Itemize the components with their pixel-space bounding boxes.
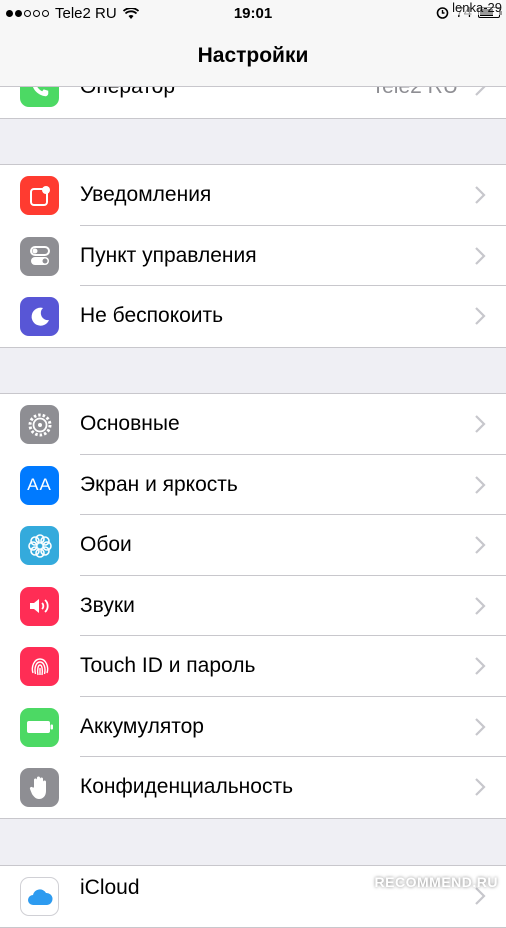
row-label: Пункт управления — [80, 243, 257, 267]
settings-row-notifications[interactable]: Уведомления — [0, 165, 506, 226]
clock: 19:01 — [233, 5, 273, 22]
hand-icon — [20, 768, 59, 807]
settings-row-display[interactable]: AA Экран и яркость — [0, 455, 506, 515]
settings-row-touch-id[interactable]: Touch ID и пароль — [0, 636, 506, 697]
chevron-right-icon — [475, 596, 486, 615]
gear-icon — [20, 405, 59, 444]
display-icon: AA — [20, 465, 59, 505]
chevron-right-icon — [475, 246, 486, 265]
watermark-site: RECOMMEND.RU — [374, 874, 498, 890]
moon-icon — [20, 297, 59, 336]
control-center-icon — [20, 236, 59, 276]
speaker-icon — [20, 586, 59, 626]
settings-row-sounds[interactable]: Звуки — [0, 576, 506, 636]
display-icon-text: AA — [27, 475, 52, 494]
chevron-right-icon — [475, 778, 486, 796]
wallpaper-icon — [20, 526, 59, 565]
chevron-right-icon — [475, 717, 486, 736]
chevron-right-icon — [475, 415, 486, 433]
row-label: Touch ID и пароль — [80, 654, 256, 677]
page-title: Настройки — [197, 44, 309, 67]
row-label: Уведомления — [80, 183, 212, 206]
chevron-right-icon — [475, 186, 486, 204]
chevron-right-icon — [475, 475, 486, 494]
row-label: Обои — [80, 533, 132, 556]
settings-row-wallpaper[interactable]: Обои — [0, 515, 506, 576]
alarm-icon — [437, 7, 449, 19]
notifications-icon — [20, 176, 59, 215]
cloud-icon — [20, 877, 59, 916]
settings-row-privacy[interactable]: Конфиденциальность — [0, 757, 506, 818]
chevron-right-icon — [475, 657, 486, 675]
settings-group-general: Основные AA Экран и яркость Обои Звуки T… — [0, 393, 506, 819]
chevron-right-icon — [475, 307, 486, 325]
navigation-bar: Настройки — [0, 28, 506, 87]
chevron-right-icon — [475, 536, 486, 554]
row-label: Экран и яркость — [80, 472, 238, 496]
settings-row-general[interactable]: Основные — [0, 394, 506, 455]
row-label: Конфиденциальность — [80, 775, 294, 798]
settings-row-control-center[interactable]: Пункт управления — [0, 226, 506, 286]
settings-row-battery[interactable]: Аккумулятор — [0, 697, 506, 757]
watermark-username: lenka-29 — [452, 0, 502, 15]
row-label: Основные — [80, 412, 180, 435]
settings-group-notifications: Уведомления Пункт управления Не беспокои… — [0, 164, 506, 348]
status-bar: Tele2 RU 19:01 74 lenka-29 — [0, 0, 506, 28]
fingerprint-icon — [20, 647, 59, 686]
battery-icon — [20, 707, 59, 747]
row-label: Не беспокоить — [80, 304, 224, 327]
settings-row-do-not-disturb[interactable]: Не беспокоить — [0, 286, 506, 347]
row-label: Аккумулятор — [80, 714, 204, 738]
row-label: iCloud — [80, 876, 140, 899]
row-label: Звуки — [80, 593, 135, 617]
